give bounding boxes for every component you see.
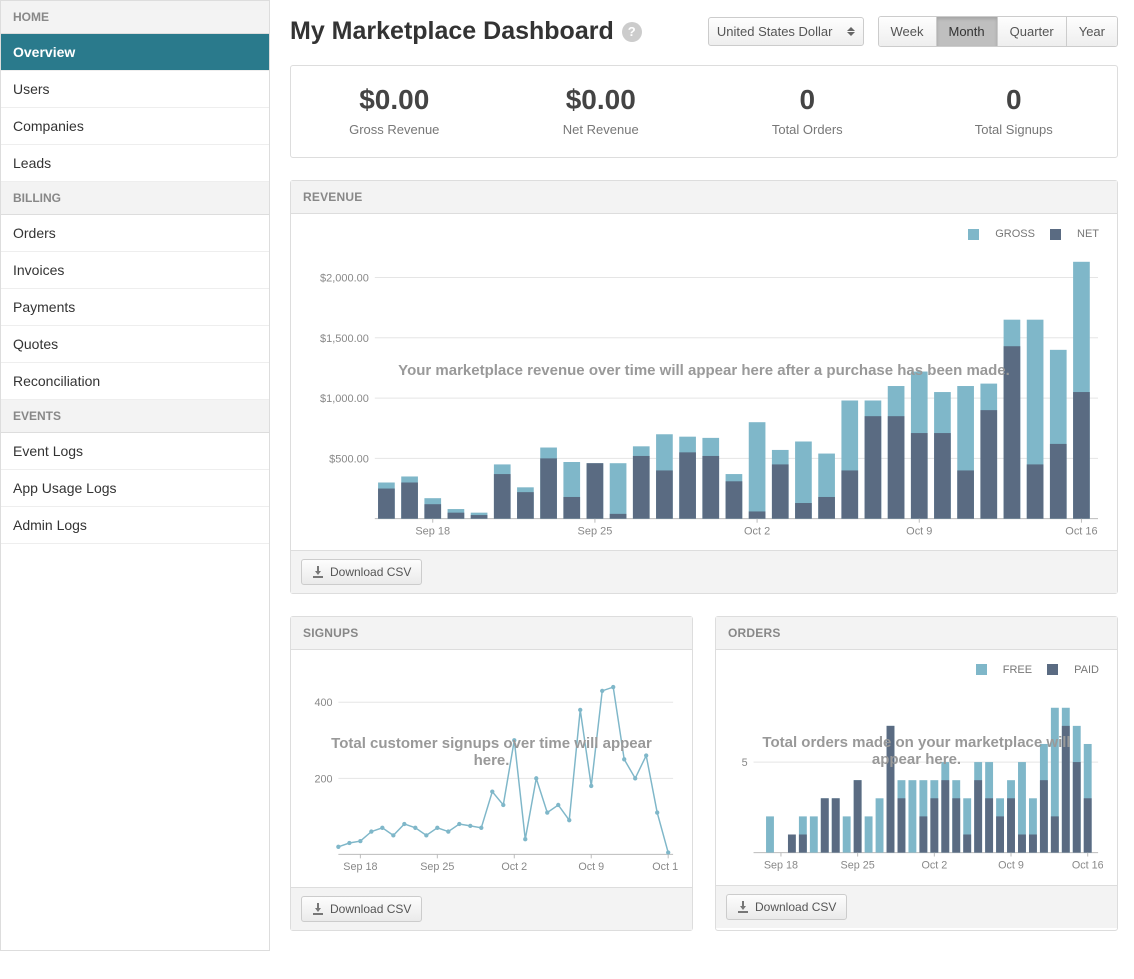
kpi-value: 0	[710, 84, 905, 116]
svg-text:Sep 25: Sep 25	[420, 861, 454, 873]
download-icon	[737, 901, 749, 913]
kpi-label: Net Revenue	[504, 122, 699, 137]
sidebar-section-header: HOME	[1, 1, 269, 34]
orders-card: ORDERS FREE PAID 5 Sep 18 Sep 25 Oct 2 Oct 9…	[715, 616, 1118, 931]
svg-text:Sep 18: Sep 18	[764, 859, 798, 871]
period-toggle: WeekMonthQuarterYear	[878, 16, 1119, 47]
help-icon[interactable]: ?	[622, 22, 642, 42]
svg-text:Oct 2: Oct 2	[501, 861, 527, 873]
select-caret-icon	[847, 27, 855, 36]
signups-card-title: SIGNUPS	[291, 617, 692, 650]
revenue-chart-body: GROSS NET $500.00 $1,000.00 $1,500.00 $2,00…	[291, 214, 1117, 550]
svg-text:Sep 25: Sep 25	[578, 525, 613, 537]
svg-text:Sep 18: Sep 18	[415, 525, 450, 537]
currency-value: United States Dollar	[717, 24, 833, 39]
orders-download-csv-button[interactable]: Download CSV	[726, 894, 847, 920]
sidebar: HOMEOverviewUsersCompaniesLeadsBILLINGOr…	[0, 0, 270, 951]
download-icon	[312, 566, 324, 578]
period-week[interactable]: Week	[879, 17, 936, 46]
svg-text:200: 200	[314, 773, 332, 785]
signups-chart-body: 200400Sep 18Sep 25Oct 2Oct 9Oct 16 Total…	[291, 650, 692, 887]
revenue-legend: GROSS NET	[305, 224, 1103, 243]
svg-text:Sep 25: Sep 25	[841, 859, 875, 871]
svg-text:Oct 2: Oct 2	[744, 525, 770, 537]
kpi-label: Total Orders	[710, 122, 905, 137]
sidebar-item-orders[interactable]: Orders	[1, 215, 269, 252]
orders-chart: 5 Sep 18 Sep 25 Oct 2 Oct 9 Oct 16	[730, 678, 1103, 878]
sidebar-item-leads[interactable]: Leads	[1, 145, 269, 182]
kpi-total-orders: 0 Total Orders	[704, 66, 911, 157]
sidebar-item-overview[interactable]: Overview	[1, 34, 269, 71]
sidebar-item-users[interactable]: Users	[1, 71, 269, 108]
sidebar-item-reconciliation[interactable]: Reconciliation	[1, 363, 269, 400]
orders-chart-body: FREE PAID 5Sep 18Sep 25Oct 2Oct 9Oct 16 …	[716, 650, 1117, 886]
kpi-value: $0.00	[504, 84, 699, 116]
signups-card: SIGNUPS 200 400 Sep 18 Sep 25 Oct 2 Oct 9 Oct …	[290, 616, 693, 931]
revenue-card-title: REVENUE	[291, 181, 1117, 214]
page-title: My Marketplace Dashboard ?	[290, 17, 642, 46]
kpi-card: $0.00 Gross Revenue $0.00 Net Revenue 0 Total…	[290, 65, 1118, 158]
kpi-value: 0	[917, 84, 1112, 116]
svg-text:Oct 9: Oct 9	[998, 859, 1024, 871]
main-content: My Marketplace Dashboard ? United States…	[270, 0, 1118, 951]
titlebar: My Marketplace Dashboard ? United States…	[290, 8, 1118, 65]
sidebar-item-invoices[interactable]: Invoices	[1, 252, 269, 289]
svg-text:Sep 18: Sep 18	[343, 861, 377, 873]
currency-select[interactable]: United States Dollar	[708, 17, 864, 46]
sidebar-item-companies[interactable]: Companies	[1, 108, 269, 145]
kpi-value: $0.00	[297, 84, 492, 116]
kpi-net-revenue: $0.00 Net Revenue	[498, 66, 705, 157]
period-quarter[interactable]: Quarter	[997, 17, 1066, 46]
sidebar-section-header: BILLING	[1, 182, 269, 215]
revenue-card: REVENUE GROSS NET $500.00 $1,000.00 $1,500…	[290, 180, 1118, 594]
svg-text:400: 400	[314, 697, 332, 709]
title-controls: United States Dollar WeekMonthQuarterYea…	[708, 16, 1118, 47]
revenue-download-csv-button[interactable]: Download CSV	[301, 559, 422, 585]
svg-text:Oct 16: Oct 16	[652, 861, 678, 873]
svg-text:$1,000.00: $1,000.00	[320, 393, 369, 405]
orders-card-title: ORDERS	[716, 617, 1117, 650]
orders-legend: FREE PAID	[730, 660, 1103, 679]
signups-download-csv-button[interactable]: Download CSV	[301, 896, 422, 922]
svg-text:Oct 2: Oct 2	[921, 859, 947, 871]
svg-text:Oct 9: Oct 9	[906, 525, 932, 537]
svg-text:$500.00: $500.00	[329, 453, 369, 465]
sidebar-item-event-logs[interactable]: Event Logs	[1, 433, 269, 470]
period-month[interactable]: Month	[936, 17, 997, 46]
sidebar-section-header: EVENTS	[1, 400, 269, 433]
svg-text:$1,500.00: $1,500.00	[320, 332, 369, 344]
svg-text:Oct 16: Oct 16	[1065, 525, 1097, 537]
kpi-gross-revenue: $0.00 Gross Revenue	[291, 66, 498, 157]
svg-text:5: 5	[742, 757, 748, 769]
kpi-label: Total Signups	[917, 122, 1112, 137]
kpi-total-signups: 0 Total Signups	[911, 66, 1118, 157]
kpi-label: Gross Revenue	[297, 122, 492, 137]
revenue-chart: $500.00 $1,000.00 $1,500.00 $2,000.00 Sep 18…	[305, 243, 1103, 543]
download-icon	[312, 903, 324, 915]
sidebar-item-admin-logs[interactable]: Admin Logs	[1, 507, 269, 544]
svg-text:$2,000.00: $2,000.00	[320, 272, 369, 284]
sidebar-item-quotes[interactable]: Quotes	[1, 326, 269, 363]
svg-text:Oct 16: Oct 16	[1072, 859, 1103, 871]
period-year[interactable]: Year	[1066, 17, 1117, 46]
signups-chart: 200 400 Sep 18 Sep 25 Oct 2 Oct 9 Oct 16	[305, 660, 678, 880]
sidebar-item-app-usage-logs[interactable]: App Usage Logs	[1, 470, 269, 507]
svg-text:Oct 9: Oct 9	[578, 861, 604, 873]
sidebar-item-payments[interactable]: Payments	[1, 289, 269, 326]
